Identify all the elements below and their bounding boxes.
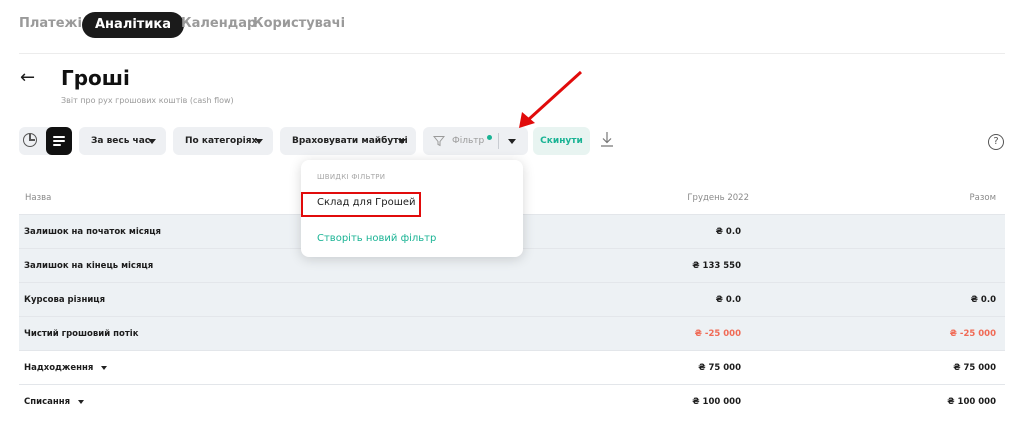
tab-analytics[interactable]: Аналітика [82,12,185,38]
row-name-label: Списання [24,397,71,407]
table-view-icon[interactable] [46,127,72,155]
back-arrow-icon[interactable]: ← [20,67,35,88]
row-month-value: ₴ 75 000 [698,363,741,373]
tab-payments[interactable]: Платежі [19,16,82,31]
row-month-value: ₴ 100 000 [692,397,741,407]
dropdown-heading: ШВИДКІ ФІЛЬТРИ [317,173,386,181]
expand-caret-icon[interactable] [101,365,108,370]
row-name[interactable]: Списання [24,397,85,407]
period-label: За весь час [91,136,151,146]
chevron-down-icon [398,139,406,144]
toolbar: За весь час По категоріях Враховувати ма… [0,126,1024,156]
chevron-down-icon [148,139,156,144]
table-row: Чистий грошовий потік ₴ -25 000 ₴ -25 00… [19,316,1005,350]
grouping-label: По категоріях [185,136,258,146]
row-month-value: ₴ 0.0 [715,295,741,305]
grouping-dropdown[interactable]: По категоріях [173,127,273,155]
dropdown-option-saved-filter[interactable]: Склад для Грошей [317,197,416,208]
tab-calendar[interactable]: Календар [181,16,256,31]
table-row: Курсова різниця ₴ 0.0 ₴ 0.0 [19,282,1005,316]
row-total-value: ₴ -25 000 [949,329,996,339]
future-dropdown[interactable]: Враховувати майбутні [280,127,416,155]
active-filter-dot [487,135,492,140]
table-row[interactable]: Списання ₴ 100 000 ₴ 100 000 [19,384,1005,418]
row-name: Чистий грошовий потік [24,329,139,339]
column-header-name: Назва [25,193,52,203]
row-total-value: ₴ 75 000 [953,363,996,373]
row-name-label: Надходження [24,363,94,373]
funnel-icon [433,136,445,147]
filter-dropdown-chevron-icon[interactable] [508,139,516,144]
page-title: Гроші [61,66,130,90]
filter-label: Фільтр [452,136,485,146]
row-name: Курсова різниця [24,295,106,305]
tab-users[interactable]: Користувачі [253,16,345,31]
row-name: Залишок на початок місяця [24,227,162,237]
nav-divider [19,53,1005,54]
row-name[interactable]: Надходження [24,363,108,373]
row-total-value: ₴ 100 000 [947,397,996,407]
row-name: Залишок на кінець місяця [24,261,154,271]
help-icon[interactable]: ? [988,134,1004,150]
view-switcher [19,127,72,155]
chart-view-icon[interactable] [23,133,37,147]
row-month-value: ₴ -25 000 [694,329,741,339]
filter-button[interactable]: Фільтр [423,127,528,155]
expand-caret-icon[interactable] [78,399,85,404]
page-subtitle: Звіт про рух грошових коштів (cash flow) [61,96,234,105]
quick-filters-dropdown: ШВИДКІ ФІЛЬТРИ Склад для Грошей Створіть… [301,160,523,257]
reset-button[interactable]: Скинути [533,127,590,155]
row-month-value: ₴ 0.0 [715,227,741,237]
table-row[interactable]: Надходження ₴ 75 000 ₴ 75 000 [19,350,1005,384]
column-header-total: Разом [969,193,996,203]
column-header-month: Грудень 2022 [687,193,749,203]
row-month-value: ₴ 133 550 [692,261,741,271]
top-navigation: Платежі Аналітика Календар Користувачі [0,0,1024,54]
future-label: Враховувати майбутні [292,136,408,146]
filter-separator [498,133,499,149]
period-dropdown[interactable]: За весь час [79,127,166,155]
row-total-value: ₴ 0.0 [970,295,996,305]
chevron-down-icon [255,139,263,144]
download-icon[interactable] [598,130,616,150]
dropdown-option-create-filter[interactable]: Створіть новий фільтр [317,233,436,244]
